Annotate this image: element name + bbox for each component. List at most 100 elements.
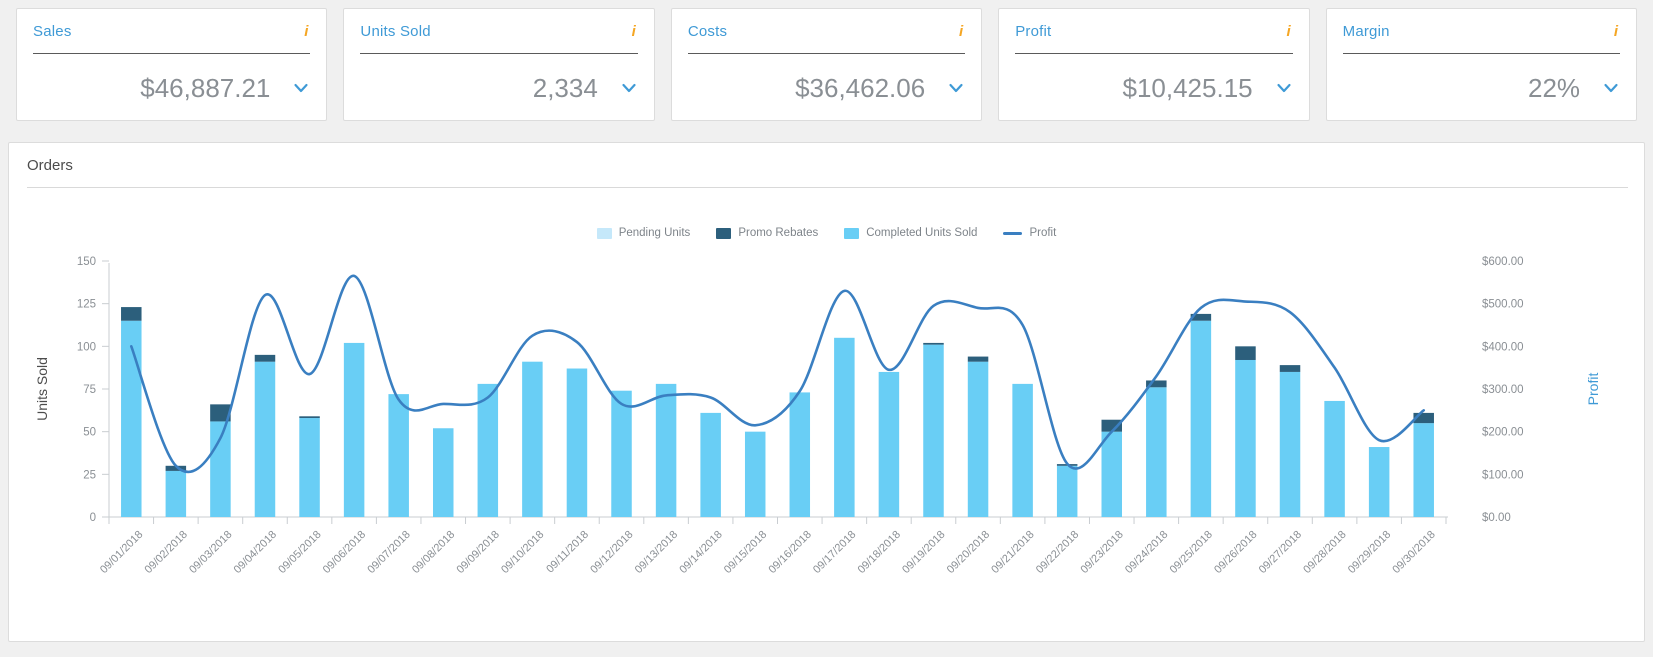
kpi-card-profit[interactable]: Profit i $10,425.15 — [998, 8, 1310, 121]
bar-segment-completed-units-sold — [522, 361, 543, 517]
chart-bar[interactable] — [165, 465, 187, 517]
kpi-title: Costs — [687, 22, 728, 40]
chart-bar[interactable] — [789, 392, 811, 517]
y2-axis-tick-label: $300.00 — [1482, 384, 1524, 396]
x-axis-tick-label: 09/27/2018 — [1257, 529, 1304, 576]
kpi-header: Margin i — [1342, 9, 1621, 54]
kpi-body: 2,334 — [360, 54, 637, 122]
x-axis-tick-label: 09/21/2018 — [989, 529, 1036, 576]
y2-axis-tick-label: $500.00 — [1482, 299, 1524, 311]
chevron-down-icon[interactable] — [620, 79, 638, 97]
kpi-card-sales[interactable]: Sales i $46,887.21 — [16, 8, 328, 122]
y-axis-tick-label: 25 — [83, 469, 96, 481]
x-axis-tick-label: 09/06/2018 — [321, 529, 368, 576]
bar-segment-completed-units-sold — [967, 361, 989, 517]
chart-bar[interactable] — [299, 416, 320, 517]
chart-bar[interactable] — [1056, 464, 1078, 517]
chart-bar[interactable] — [388, 394, 409, 517]
chart-bar[interactable] — [700, 412, 721, 517]
legend-label: Profit — [1029, 227, 1057, 239]
x-axis-tick-label: 09/05/2018 — [276, 529, 323, 576]
chevron-down-icon[interactable] — [1275, 79, 1293, 97]
chart-bar[interactable] — [611, 390, 632, 517]
chart-bar[interactable] — [432, 428, 454, 517]
chart-bar[interactable] — [566, 368, 588, 517]
chart-bar[interactable] — [1190, 313, 1212, 517]
legend-item-completed-units-sold[interactable]: Completed Units Sold — [844, 227, 977, 239]
bar-segment-completed-units-sold — [299, 418, 320, 517]
bar-segment-completed-units-sold — [477, 383, 499, 517]
chart-bar[interactable] — [1324, 400, 1345, 517]
kpi-value: $36,462.06 — [795, 72, 926, 103]
legend-item-promo-rebates[interactable]: Promo Rebates — [716, 227, 818, 239]
bar-segment-promo-rebates — [254, 354, 276, 362]
chevron-down-icon[interactable] — [292, 79, 310, 97]
bar-segment-completed-units-sold — [1368, 447, 1390, 517]
chart-bar[interactable] — [254, 354, 276, 517]
bar-segment-promo-rebates — [299, 416, 320, 419]
chevron-down-icon[interactable] — [1602, 79, 1620, 97]
kpi-title: Margin — [1342, 22, 1390, 40]
chart-bar[interactable] — [477, 383, 499, 517]
kpi-body: 22% — [1343, 54, 1620, 122]
chart-bar[interactable] — [923, 342, 944, 517]
chart-bar[interactable] — [1146, 380, 1167, 517]
bar-segment-completed-units-sold — [878, 371, 900, 517]
legend-swatch-completed-units-sold — [844, 227, 860, 239]
kpi-card-margin[interactable]: Margin i 22% — [1325, 8, 1638, 122]
chart-bar[interactable] — [522, 361, 543, 517]
chart-bar[interactable] — [744, 431, 766, 517]
bar-segment-completed-units-sold — [1056, 465, 1078, 517]
bar-segment-completed-units-sold — [1101, 431, 1123, 517]
chart-bar[interactable] — [1368, 447, 1390, 517]
info-icon[interactable]: i — [1612, 24, 1620, 39]
bar-segment-completed-units-sold — [1190, 320, 1212, 517]
x-axis-tick-label: 09/26/2018 — [1212, 529, 1259, 576]
divider — [27, 187, 1628, 188]
chart-bar[interactable] — [343, 342, 365, 517]
bar-segment-completed-units-sold — [1413, 423, 1434, 517]
chart-bar[interactable] — [121, 307, 142, 517]
legend-item-pending-units[interactable]: Pending Units — [596, 227, 691, 239]
chart-bar[interactable] — [1012, 383, 1033, 517]
y-axis-tick-label: 75 — [83, 384, 96, 396]
y-axis-tick-label: 0 — [90, 512, 96, 524]
bar-segment-promo-rebates — [967, 356, 989, 362]
x-axis-tick-label: 09/01/2018 — [98, 529, 145, 576]
chart-bar[interactable] — [967, 356, 989, 517]
bar-segment-completed-units-sold — [254, 361, 276, 517]
x-axis-tick-label: 09/29/2018 — [1346, 529, 1393, 576]
chart-bar[interactable] — [1413, 412, 1434, 517]
x-axis-tick-label: 09/04/2018 — [232, 529, 279, 576]
chevron-down-icon[interactable] — [947, 79, 965, 97]
legend-item-profit[interactable]: Profit — [1003, 227, 1056, 239]
info-icon[interactable]: i — [630, 24, 638, 39]
chart-bar[interactable] — [1101, 419, 1123, 517]
x-axis-tick-label: 09/14/2018 — [677, 529, 724, 576]
kpi-header: Costs i — [687, 9, 966, 54]
info-icon[interactable]: i — [957, 24, 965, 39]
chart-bar[interactable] — [834, 337, 855, 517]
y2-axis-tick-label: $0.00 — [1482, 512, 1511, 524]
kpi-card-units-sold[interactable]: Units Sold i 2,334 — [343, 8, 655, 122]
x-axis-tick-label: 09/24/2018 — [1123, 529, 1170, 576]
x-axis-tick-label: 09/16/2018 — [766, 529, 813, 576]
x-axis-tick-label: 09/25/2018 — [1168, 529, 1215, 576]
legend-label: Pending Units — [618, 227, 691, 239]
y2-axis-tick-label: $200.00 — [1482, 427, 1524, 439]
chart-bar[interactable] — [655, 383, 677, 517]
x-axis-tick-label: 09/07/2018 — [365, 529, 412, 576]
chart-bar[interactable] — [1235, 346, 1256, 517]
x-axis-tick-label: 09/11/2018 — [544, 529, 591, 576]
kpi-body: $46,887.21 — [33, 54, 310, 122]
kpi-card-costs[interactable]: Costs i $36,462.06 — [670, 8, 983, 121]
profit-line-series[interactable] — [129, 274, 1426, 474]
info-icon[interactable]: i — [302, 24, 310, 39]
y2-axis-tick-label: $400.00 — [1482, 341, 1524, 353]
legend-label: Promo Rebates — [738, 227, 819, 239]
bar-segment-completed-units-sold — [655, 383, 677, 517]
chart-bar[interactable] — [1279, 365, 1301, 517]
info-icon[interactable]: i — [1284, 24, 1292, 39]
chart-bar[interactable] — [878, 371, 900, 517]
bar-segment-completed-units-sold — [1146, 387, 1167, 517]
